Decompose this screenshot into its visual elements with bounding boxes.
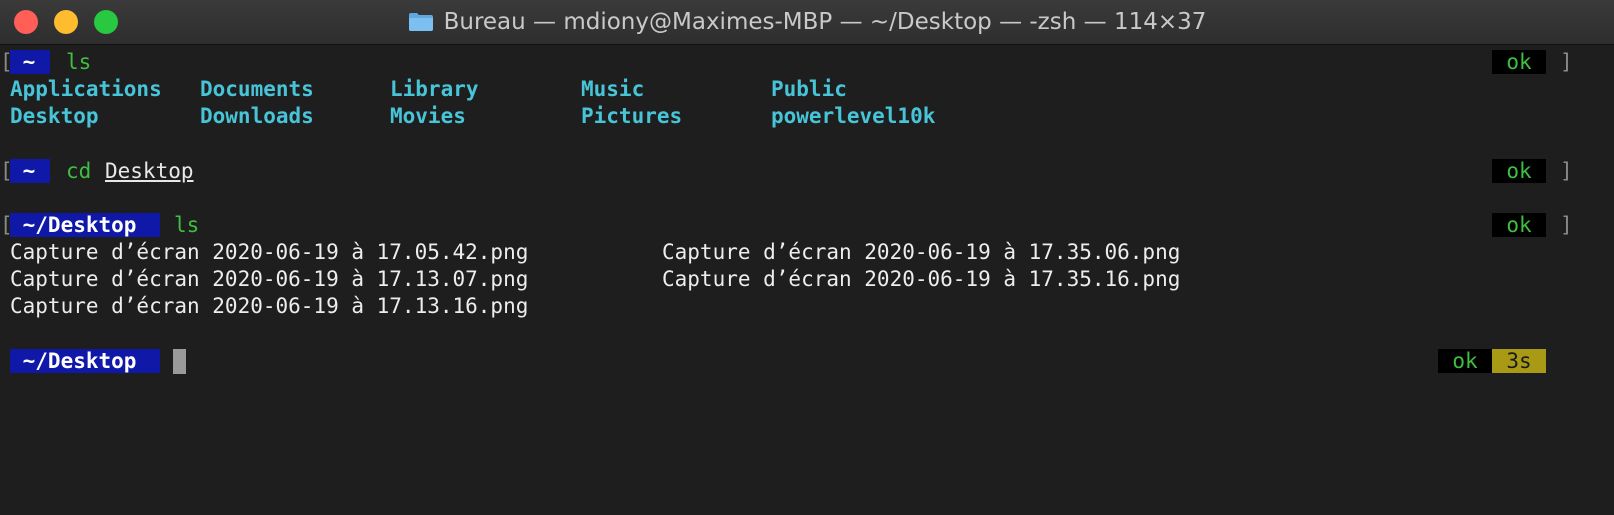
directory-entry: Pictures (581, 104, 683, 128)
status-badge: ok (1492, 50, 1546, 74)
prompt-line: [ ~ ls ok ] (0, 48, 1614, 76)
status-badge: ok (1492, 213, 1546, 237)
ls-output-row: Applications Documents Library Music Pub… (0, 75, 1614, 103)
directory-badge: ~ (10, 50, 50, 74)
prompt-bracket-right: ] (1560, 159, 1573, 183)
directory-entry: Public (771, 77, 847, 101)
file-entry: Capture d’écran 2020-06-19 à 17.13.07.pn… (10, 267, 529, 291)
command-text: ls (174, 213, 200, 237)
window-title-area: Bureau — mdiony@Maximes-MBP — ~/Desktop … (0, 0, 1614, 44)
prompt-line: [ ~ cd Desktop ok ] (0, 157, 1614, 185)
status-badge: ok (1492, 159, 1546, 183)
terminal-area[interactable]: [ ~ ls ok ] Applications Documents Libra… (0, 45, 1614, 466)
ls-output-row: Capture d’écran 2020-06-19 à 17.13.16.pn… (0, 292, 1614, 320)
file-entry: Capture d’écran 2020-06-19 à 17.05.42.pn… (10, 240, 529, 264)
file-entry: Capture d’écran 2020-06-19 à 17.13.16.pn… (10, 294, 529, 318)
file-entry: Capture d’écran 2020-06-19 à 17.35.06.pn… (662, 240, 1181, 264)
window-title: Bureau — mdiony@Maximes-MBP — ~/Desktop … (443, 9, 1207, 35)
directory-badge: ~/Desktop (10, 213, 160, 237)
prompt-bracket-right: ] (1560, 50, 1573, 74)
command-text: ls (66, 50, 92, 74)
directory-entry: Downloads (200, 104, 314, 128)
duration-badge: 3s (1492, 349, 1546, 373)
ls-output-row: Desktop Downloads Movies Pictures powerl… (0, 102, 1614, 130)
title-bar: Bureau — mdiony@Maximes-MBP — ~/Desktop … (0, 0, 1614, 45)
directory-badge: ~/Desktop (10, 349, 160, 373)
prompt-line: ~/Desktop ok 3s (0, 347, 1614, 375)
directory-entry: Movies (390, 104, 466, 128)
folder-icon (408, 12, 434, 32)
directory-entry: Desktop (10, 104, 99, 128)
prompt-line: [ ~/Desktop ls ok ] (0, 211, 1614, 239)
command-argument: Desktop (105, 159, 194, 183)
directory-entry: Music (581, 77, 645, 101)
prompt-bracket-right: ] (1560, 213, 1573, 237)
directory-entry: powerlevel10k (771, 104, 936, 128)
directory-entry: Applications (10, 77, 162, 101)
text-cursor[interactable] (173, 349, 186, 374)
command-text: cd (66, 159, 92, 183)
ls-output-row: Capture d’écran 2020-06-19 à 17.05.42.pn… (0, 238, 1614, 266)
status-badge: ok (1438, 349, 1492, 373)
ls-output-row: Capture d’écran 2020-06-19 à 17.13.07.pn… (0, 265, 1614, 293)
directory-entry: Library (390, 77, 479, 101)
directory-entry: Documents (200, 77, 314, 101)
file-entry: Capture d’écran 2020-06-19 à 17.35.16.pn… (662, 267, 1181, 291)
directory-badge: ~ (10, 159, 50, 183)
